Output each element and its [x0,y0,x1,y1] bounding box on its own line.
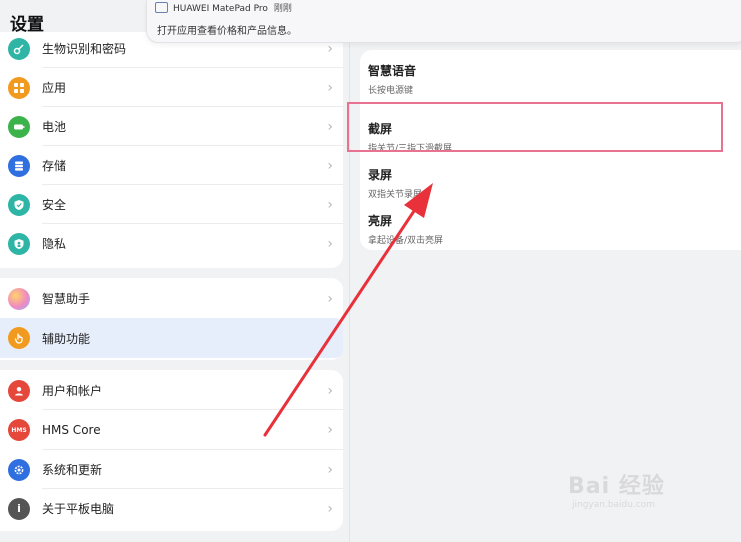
detail-item-subtitle: 双指关节录屏 [368,190,423,200]
detail-item-subtitle: 拿起设备/双击亮屏 [368,236,444,246]
watermark-main: Bai 经验 [568,474,665,499]
sidebar-item-label: 用户和帐户 [42,384,103,398]
chevron-right-icon: › [327,382,333,399]
chevron-right-icon: › [327,461,333,478]
detail-item-smart-voice[interactable]: 智慧语音 长按电源键 [368,62,416,96]
chevron-right-icon: › [327,290,333,307]
sidebar-item-label: 隐私 [42,237,67,251]
baidu-watermark: Bai 经验 jingyan.baidu.com [568,468,738,524]
sidebar-item-label: 系统和更新 [42,463,103,477]
sidebar-item-label: 辅助功能 [42,331,91,346]
sidebar-item-battery[interactable]: 电池 › [0,107,343,146]
screenshot-highlight-box [347,102,723,152]
sidebar-item-security[interactable]: 安全 › [0,185,343,224]
sidebar-item-label: 存储 [42,159,67,173]
key-icon [8,37,30,60]
sidebar-item-about-tablet[interactable]: i 关于平板电脑 › [0,489,343,528]
apps-grid-icon [8,76,30,99]
detail-item-screen-record[interactable]: 录屏 双指关节录屏 [368,166,422,200]
watermark-sub: jingyan.baidu.com [572,500,656,510]
detail-item-wake-screen[interactable]: 亮屏 拿起设备/双击亮屏 [368,212,443,246]
detail-item-title: 亮屏 [368,214,393,228]
sidebar-item-label: 应用 [42,81,67,95]
notification-time: 刚刚 [273,4,292,14]
sidebar-item-storage[interactable]: 存储 › [0,146,343,185]
chevron-right-icon: › [327,500,333,517]
settings-group-security: 生物识别和密码 › 应用 › 电池 › 存储 › 安全 › 隐私 › [0,32,343,268]
pane-divider [349,0,350,542]
settings-sidebar: 生物识别和密码 › 应用 › 电池 › 存储 › 安全 › 隐私 › 智慧助手 … [0,0,350,542]
chevron-right-icon: › [327,157,333,174]
privacy-icon [8,232,30,255]
settings-group-system: 用户和帐户 › HMS HMS Core › 系统和更新 › i 关于平板电脑 … [0,370,343,531]
sidebar-item-label: 电池 [42,120,67,134]
sidebar-item-system-update[interactable]: 系统和更新 › [0,450,343,489]
info-icon: i [8,497,30,520]
shield-icon [8,193,30,216]
notification-body: 打开应用查看价格和产品信息。 [157,26,297,37]
chevron-right-icon: › [327,196,333,213]
sidebar-item-privacy[interactable]: 隐私 › [0,224,343,263]
hms-icon: HMS [8,419,30,441]
tablet-app-icon [155,2,168,13]
detail-item-title: 智慧语音 [368,64,417,78]
gear-icon [8,458,30,481]
chevron-right-icon: › [327,118,333,135]
notification-source: HUAWEI MatePad Pro 刚刚 [173,4,292,14]
sidebar-item-hms-core[interactable]: HMS HMS Core › [0,410,343,450]
detail-item-subtitle: 长按电源键 [368,86,414,96]
sidebar-item-label: 智慧助手 [42,292,91,306]
hand-icon [8,327,30,349]
notification-banner[interactable]: HUAWEI MatePad Pro 刚刚 打开应用查看价格和产品信息。 [146,0,741,43]
storage-icon [8,154,30,177]
assistant-orb-icon [8,287,30,310]
sidebar-item-accessibility[interactable]: 辅助功能 [0,318,343,358]
sidebar-item-label: 生物识别和密码 [42,42,127,56]
sidebar-item-label: 安全 [42,198,67,212]
chevron-right-icon: › [327,235,333,252]
sidebar-item-users-accounts[interactable]: 用户和帐户 › [0,371,343,410]
battery-icon [8,115,30,138]
sidebar-item-label: HMS Core [42,423,101,437]
chevron-right-icon: › [327,422,333,438]
sidebar-item-label: 关于平板电脑 [42,502,115,516]
detail-item-title: 录屏 [368,168,393,182]
settings-group-assist: 智慧助手 › 辅助功能 [0,278,343,360]
user-icon [8,379,30,402]
sidebar-item-smart-assistant[interactable]: 智慧助手 › [0,279,343,318]
chevron-right-icon: › [327,79,333,96]
sidebar-item-apps[interactable]: 应用 › [0,68,343,107]
